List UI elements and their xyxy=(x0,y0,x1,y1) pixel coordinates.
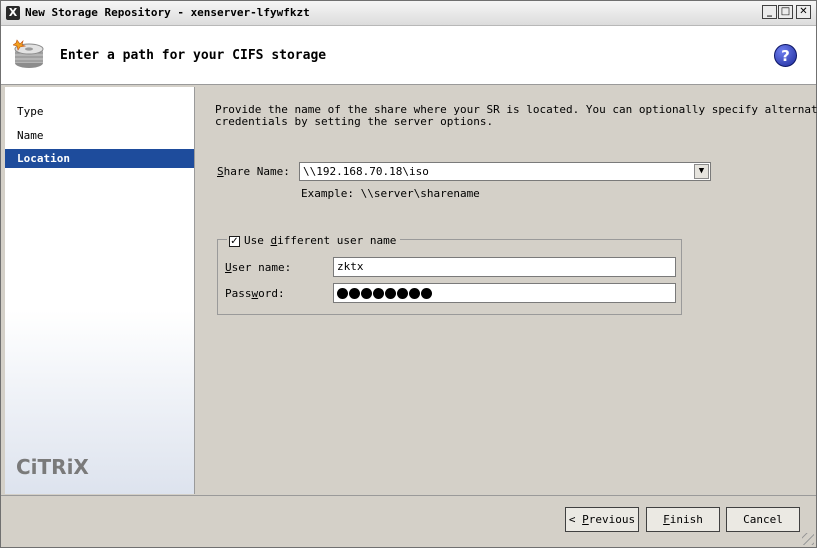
password-mask-dot xyxy=(409,287,420,299)
username-field[interactable]: zktx xyxy=(333,257,676,277)
use-different-user-checkbox[interactable]: ✓ Use different user name xyxy=(227,234,401,249)
password-mask-dot xyxy=(421,287,432,299)
password-mask-dot xyxy=(373,287,384,299)
minimize-button[interactable]: _ xyxy=(762,5,777,19)
checkbox-checked-icon[interactable]: ✓ xyxy=(229,235,240,247)
wizard-steps-sidebar: Type Name Location CiTRiX xyxy=(5,87,195,494)
wizard-header: Enter a path for your CIFS storage ? xyxy=(1,26,816,85)
window-title: New Storage Repository - xenserver-lfywf… xyxy=(25,6,310,19)
chevron-down-icon[interactable]: ▼ xyxy=(694,164,709,179)
credentials-group xyxy=(217,239,682,315)
footer-divider xyxy=(1,495,816,496)
share-name-example: Example: \\server\sharename xyxy=(301,187,480,200)
share-name-label: Share Name: xyxy=(217,165,290,178)
storage-disk-icon xyxy=(13,39,44,68)
new-storage-repository-window: X New Storage Repository - xenserver-lfy… xyxy=(0,0,817,548)
password-mask-dot xyxy=(349,287,360,299)
password-mask-dot xyxy=(337,287,348,299)
password-mask-dot xyxy=(361,287,372,299)
resize-grip[interactable] xyxy=(802,533,814,545)
x-icon: X xyxy=(6,6,20,20)
share-name-value[interactable]: \\192.168.70.18\iso xyxy=(303,165,429,178)
page-title: Enter a path for your CIFS storage xyxy=(60,48,327,63)
sidebar-item-location[interactable]: Location xyxy=(5,149,194,168)
maximize-button[interactable]: □ xyxy=(778,5,793,19)
password-field[interactable] xyxy=(333,283,676,303)
share-name-combobox[interactable]: \\192.168.70.18\iso ▼ xyxy=(299,162,711,181)
cancel-button[interactable]: Cancel xyxy=(726,507,800,532)
title-bar[interactable]: X New Storage Repository - xenserver-lfy… xyxy=(1,1,816,26)
sidebar-item-type[interactable]: Type xyxy=(5,102,194,121)
password-mask-dot xyxy=(385,287,396,299)
sidebar-item-name[interactable]: Name xyxy=(5,126,194,145)
finish-button[interactable]: Finish xyxy=(646,507,720,532)
citrix-logo: CiTRiX xyxy=(16,455,89,479)
previous-button[interactable]: < Previous xyxy=(565,507,639,532)
help-icon[interactable]: ? xyxy=(774,44,797,67)
username-label: User name: xyxy=(225,261,292,274)
instructions-text: Provide the name of the share where your… xyxy=(215,103,817,128)
close-button[interactable]: ✕ xyxy=(796,5,811,19)
password-label: Password: xyxy=(225,287,285,300)
password-mask-dot xyxy=(397,287,408,299)
